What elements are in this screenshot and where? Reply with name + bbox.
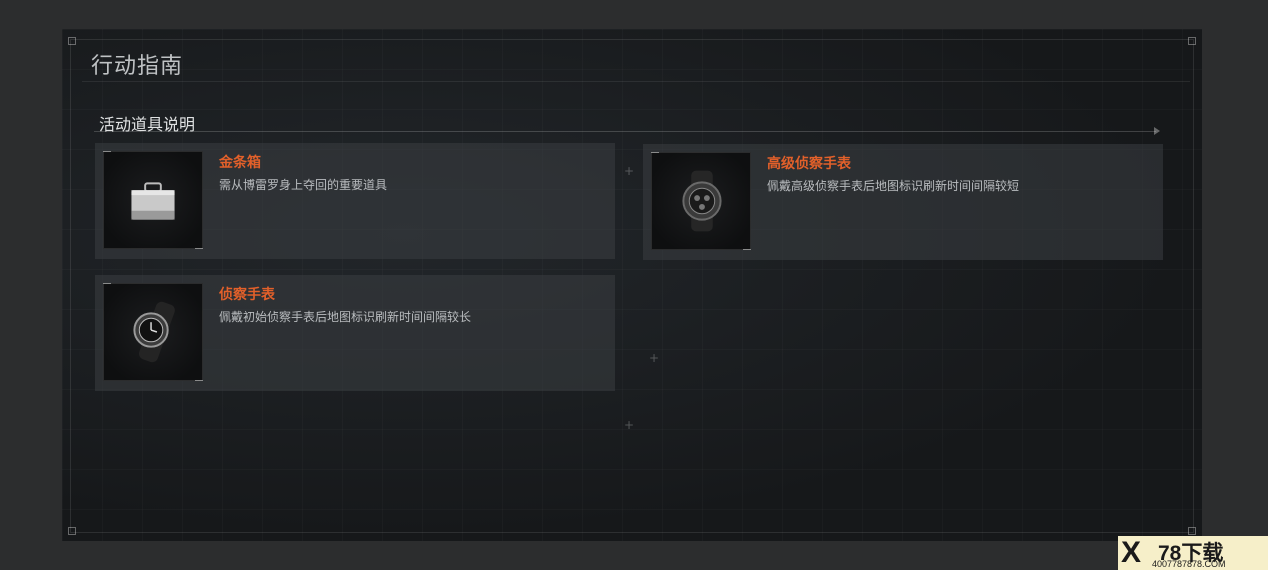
page-title: 行动指南 — [91, 54, 184, 79]
item-card-gold-case: 金条箱 需从博雷罗身上夺回的重要道具 — [95, 143, 615, 259]
item-name: 侦察手表 — [219, 287, 275, 303]
frame-corner — [68, 527, 76, 535]
item-name: 高级侦察手表 — [767, 156, 851, 172]
section-arrow-icon — [1154, 127, 1160, 135]
briefcase-icon — [131, 182, 175, 220]
item-card-advanced-watch: 高级侦察手表 佩戴高级侦察手表后地图标识刷新时间间隔较短 — [643, 144, 1163, 260]
advanced-watch-icon — [682, 170, 722, 232]
item-card-watch: 侦察手表 佩戴初始侦察手表后地图标识刷新时间间隔较长 — [95, 275, 615, 391]
guide-panel: 行动指南 活动道具说明 + + + 金条箱 需从博雷罗身上夺回的重要道具 高级侦… — [62, 29, 1202, 541]
watermark-x: X — [1121, 536, 1142, 569]
crosshair-icon: + — [649, 351, 660, 365]
item-name: 金条箱 — [219, 155, 261, 171]
watermark-logo: X 78下载 4007787878.COM — [1118, 536, 1268, 570]
title-divider — [82, 81, 1190, 82]
item-thumbnail — [103, 283, 203, 381]
item-description: 佩戴高级侦察手表后地图标识刷新时间间隔较短 — [767, 179, 1020, 193]
crosshair-icon: + — [624, 164, 635, 178]
frame-corner — [68, 37, 76, 45]
item-thumbnail — [103, 151, 203, 249]
watch-icon — [133, 301, 175, 363]
crosshair-icon: + — [624, 418, 635, 432]
frame-corner — [1188, 37, 1196, 45]
section-divider — [94, 131, 1156, 132]
item-description: 佩戴初始侦察手表后地图标识刷新时间间隔较长 — [219, 310, 472, 324]
frame-corner — [1188, 527, 1196, 535]
item-description: 需从博雷罗身上夺回的重要道具 — [219, 178, 388, 192]
watermark-url: 4007787878.COM — [1152, 559, 1226, 569]
item-thumbnail — [651, 152, 751, 250]
